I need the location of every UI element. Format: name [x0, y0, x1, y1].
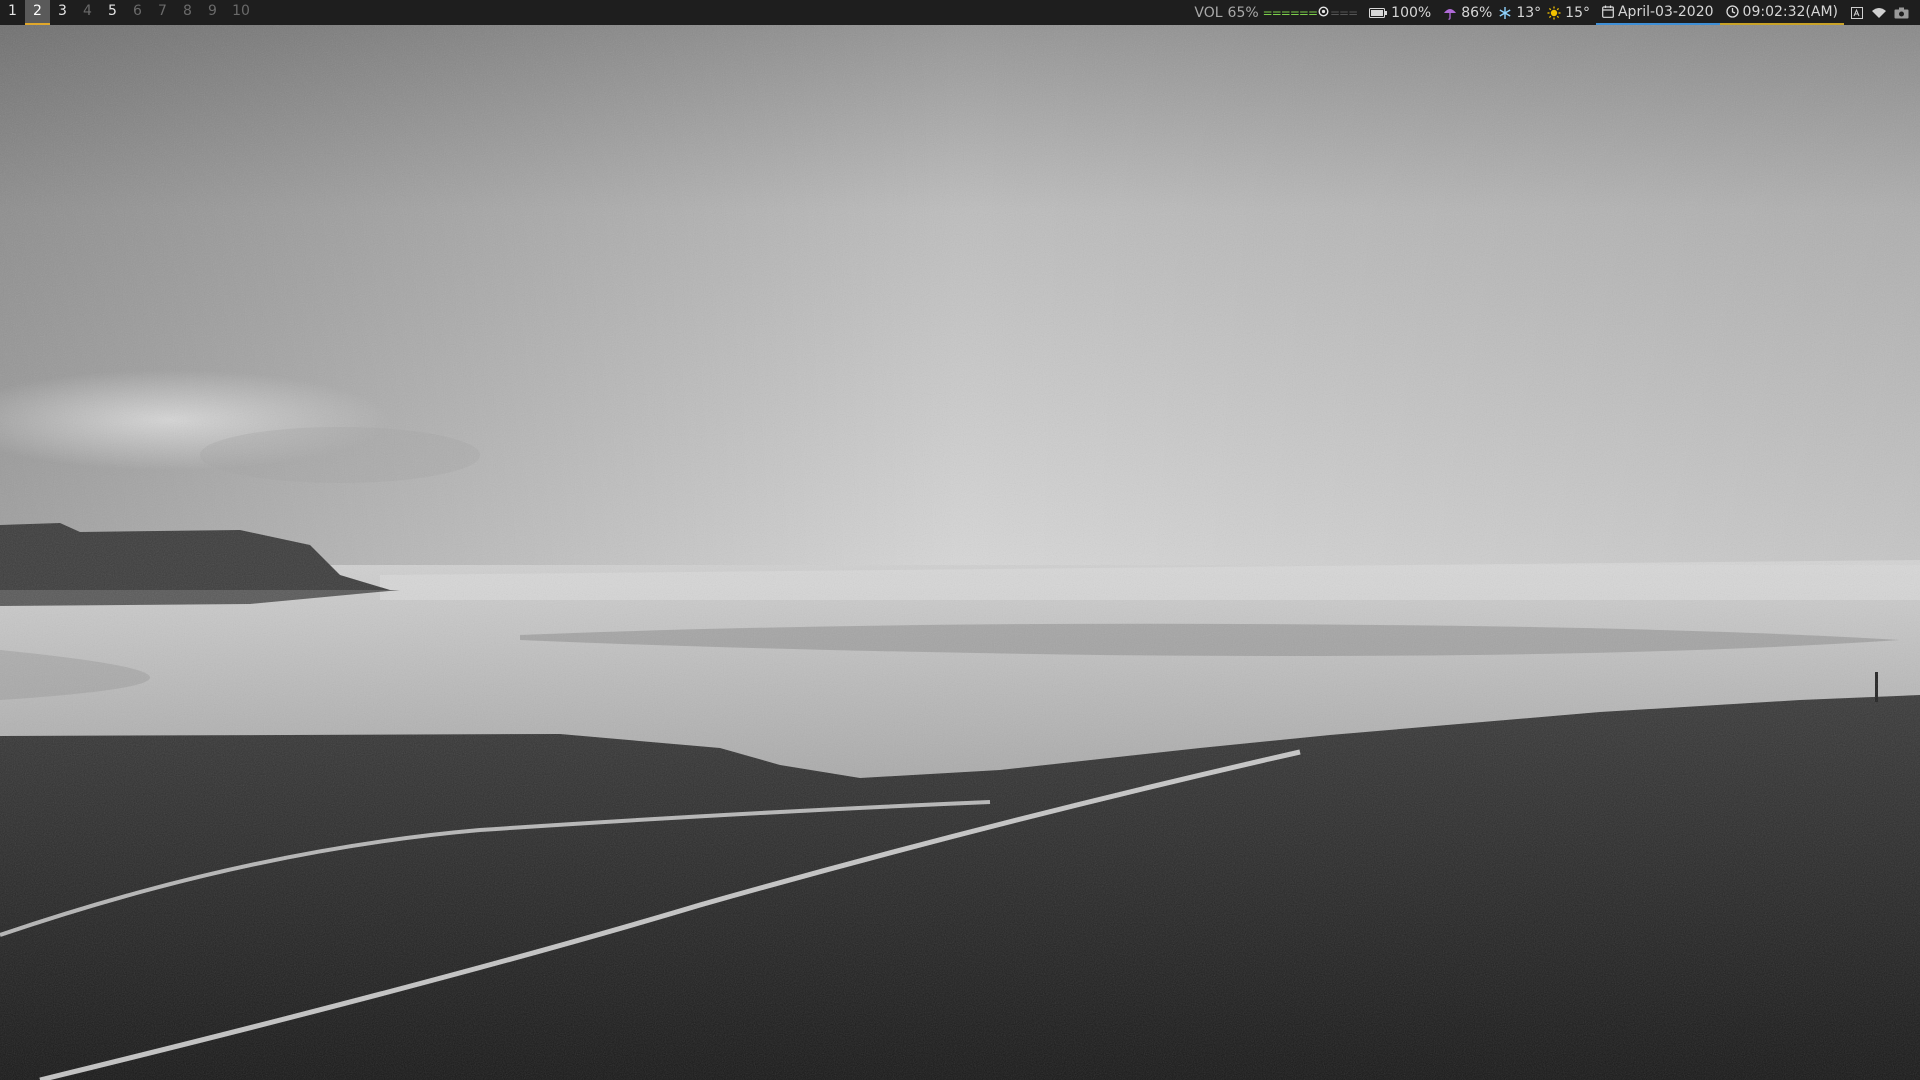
workspace-5-button[interactable]: 5: [100, 0, 125, 25]
desktop-wallpaper: [0, 0, 1920, 1080]
volume-bar-filled: ======: [1262, 5, 1318, 20]
date-text: April-03-2020: [1617, 3, 1714, 20]
workspace-9-button[interactable]: 9: [200, 0, 225, 25]
volume-label: VOL: [1194, 4, 1223, 21]
workspace-7-button[interactable]: 7: [150, 0, 175, 25]
calendar-icon: [1602, 5, 1614, 18]
camera-icon[interactable]: [1890, 0, 1912, 25]
workspace-switcher: 1 2 3 4 5 6 7 8 9 10: [0, 0, 257, 25]
humidity-value: 86%: [1461, 4, 1493, 21]
workspace-1-button[interactable]: 1: [0, 0, 25, 25]
battery-percent: 100%: [1391, 4, 1432, 21]
workspace-8-button[interactable]: 8: [175, 0, 200, 25]
keyboard-layout-icon[interactable]: [1846, 0, 1868, 25]
workspace-2-button[interactable]: 2: [25, 0, 50, 25]
snowflake-icon: [1498, 6, 1512, 20]
date-module[interactable]: April-03-2020: [1595, 0, 1720, 25]
clock-module[interactable]: 09:02:32(AM): [1719, 0, 1844, 25]
sun-icon: [1547, 6, 1561, 20]
battery-module[interactable]: 100%: [1363, 0, 1437, 25]
volume-knob-icon[interactable]: [1318, 5, 1329, 20]
clock-icon: [1725, 5, 1739, 18]
weather-module[interactable]: 86% 13° 15°: [1437, 0, 1596, 25]
umbrella-icon: [1443, 6, 1457, 20]
volume-module[interactable]: VOL 65% ====== ===: [1188, 0, 1363, 25]
time-text: 09:02:32(AM): [1742, 3, 1838, 20]
status-modules: VOL 65% ====== === 100% 86% 13° 15° Apri…: [1188, 0, 1920, 25]
wifi-icon[interactable]: [1868, 0, 1890, 25]
battery-icon: [1369, 7, 1388, 18]
workspace-3-button[interactable]: 3: [50, 0, 75, 25]
workspace-4-button[interactable]: 4: [75, 0, 100, 25]
system-tray: [1844, 0, 1914, 25]
top-status-bar: 1 2 3 4 5 6 7 8 9 10 VOL 65% ====== === …: [0, 0, 1920, 25]
volume-percent: 65%: [1227, 4, 1259, 21]
workspace-10-button[interactable]: 10: [225, 0, 257, 25]
volume-bar-empty: ===: [1330, 5, 1358, 20]
workspace-6-button[interactable]: 6: [125, 0, 150, 25]
low-temperature: 13°: [1516, 4, 1542, 21]
high-temperature: 15°: [1565, 4, 1590, 21]
